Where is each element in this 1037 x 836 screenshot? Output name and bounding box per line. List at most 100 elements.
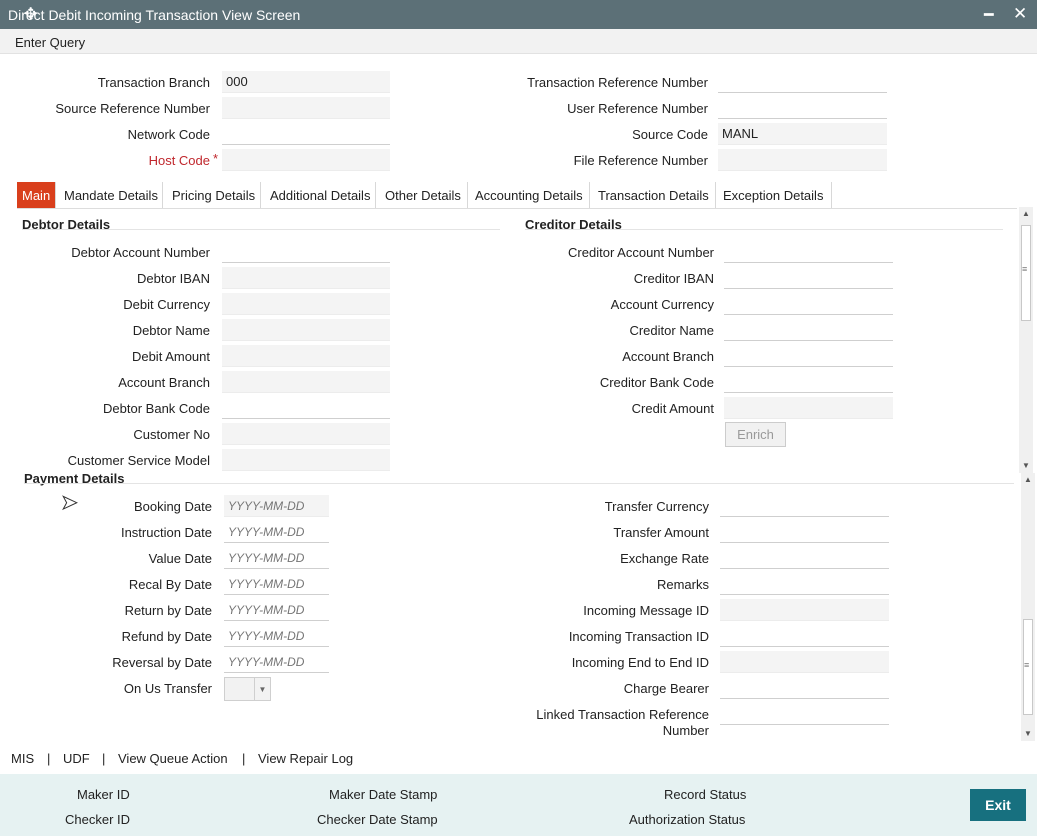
mouse-pointer-icon: ➤ [61,492,79,515]
credit-amount-label: Credit Amount [631,401,714,416]
creditor-account-branch-field[interactable] [724,345,893,367]
chevron-down-icon: ▼ [254,678,270,700]
transfer-currency-field[interactable] [720,495,889,517]
customer-service-model-field[interactable] [222,449,390,471]
scroll-down-icon[interactable]: ▼ [1022,461,1030,470]
maker-date-stamp-label: Maker Date Stamp [329,787,438,802]
file-reference-field[interactable] [718,149,887,171]
customer-no-label: Customer No [133,427,210,442]
link-separator: | [242,751,246,766]
linked-transaction-reference-label: Linked Transaction Reference [536,707,709,722]
move-cursor-icon: ✥ [24,6,38,23]
return-by-date-field[interactable] [224,599,329,621]
debtor-name-field[interactable] [222,319,390,341]
reversal-by-date-label: Reversal by Date [112,655,212,670]
refund-by-date-field[interactable] [224,625,329,647]
exchange-rate-field[interactable] [720,547,889,569]
tab-mandate-details[interactable]: Mandate Details [56,182,163,209]
debtor-account-branch-field[interactable] [222,371,390,393]
source-reference-field[interactable] [222,97,390,119]
tab-accounting-details[interactable]: Accounting Details [468,182,590,209]
footer-links: MIS | UDF | View Queue Action | View Rep… [0,743,1037,774]
tab-exception-details[interactable]: Exception Details [716,182,832,209]
udf-link[interactable]: UDF [63,751,90,766]
value-date-field[interactable] [224,547,329,569]
payment-details-scrollbar[interactable]: ▲ ≡ ▼ [1021,473,1035,741]
incoming-end-to-end-id-field[interactable] [720,651,889,673]
link-separator: | [102,751,106,766]
user-reference-field[interactable] [718,97,887,119]
scrollbar-grip-icon: ≡ [1022,264,1028,274]
debtor-name-label: Debtor Name [132,323,210,338]
tab-additional-details[interactable]: Additional Details [261,182,376,209]
creditor-iban-field[interactable] [724,267,893,289]
network-code-field[interactable] [222,123,390,145]
user-reference-label: User Reference Number [567,101,708,116]
debtor-iban-label: Debtor IBAN [137,271,210,286]
booking-date-field[interactable] [224,495,329,517]
tab-transaction-details[interactable]: Transaction Details [590,182,716,209]
on-us-transfer-label: On Us Transfer [123,681,212,696]
recal-by-date-field[interactable] [224,573,329,595]
view-queue-action-link[interactable]: View Queue Action [118,751,228,766]
transfer-amount-field[interactable] [720,521,889,543]
debtor-iban-field[interactable] [222,267,390,289]
view-repair-log-link[interactable]: View Repair Log [258,751,353,766]
debit-amount-field[interactable] [222,345,390,367]
linked-transaction-reference-label-line2: Number [662,723,709,738]
linked-transaction-reference-field[interactable] [720,703,889,725]
source-code-field[interactable] [718,123,887,145]
debtor-bank-code-field[interactable] [222,397,390,419]
incoming-transaction-id-field[interactable] [720,625,889,647]
host-code-label-text: Host Code [148,153,210,168]
remarks-field[interactable] [720,573,889,595]
main-tab-scrollbar[interactable]: ▲ ≡ ▼ [1019,207,1033,473]
incoming-message-id-field[interactable] [720,599,889,621]
link-separator: | [47,751,51,766]
reversal-by-date-field[interactable] [224,651,329,673]
debtor-account-number-label: Debtor Account Number [71,245,210,260]
source-reference-label: Source Reference Number [55,101,210,116]
tab-main[interactable]: Main [17,182,56,209]
minimize-icon[interactable]: ━ [984,5,994,25]
instruction-date-field[interactable] [224,521,329,543]
exit-button[interactable]: Exit [970,789,1026,821]
account-currency-field[interactable] [724,293,893,315]
creditor-name-field[interactable] [724,319,893,341]
checker-id-label: Checker ID [65,812,131,827]
debtor-bank-code-label: Debtor Bank Code [103,401,210,416]
file-reference-label: File Reference Number [573,153,708,168]
debit-currency-field[interactable] [222,293,390,315]
on-us-transfer-select[interactable]: ▼ [224,677,271,701]
enrich-button[interactable]: Enrich [725,422,786,447]
close-icon[interactable]: ✕ [1013,4,1027,24]
transaction-branch-field[interactable] [222,71,390,93]
tab-pricing-details[interactable]: Pricing Details [163,182,261,209]
tab-other-details[interactable]: Other Details [376,182,468,209]
toolbar: Enter Query [0,29,1037,54]
required-marker: * [213,151,219,166]
enter-query-button[interactable]: Enter Query [15,35,85,50]
creditor-bank-code-field[interactable] [724,371,893,393]
transaction-reference-field[interactable] [718,71,887,93]
mis-link[interactable]: MIS [11,751,34,766]
creditor-account-branch-label: Account Branch [622,349,714,364]
customer-no-field[interactable] [222,423,390,445]
charge-bearer-field[interactable] [720,677,889,699]
debtor-divider [22,229,500,230]
customer-service-model-label: Customer Service Model [67,453,210,468]
charge-bearer-label: Charge Bearer [623,681,709,696]
incoming-message-id-label: Incoming Message ID [583,603,709,618]
credit-amount-field[interactable] [724,397,893,419]
scroll-up-icon[interactable]: ▲ [1022,209,1030,218]
creditor-account-number-label: Creditor Account Number [568,245,714,260]
creditor-account-number-field[interactable] [724,241,893,263]
scroll-up-icon[interactable]: ▲ [1024,475,1032,484]
host-code-field[interactable] [222,149,390,171]
scroll-down-icon[interactable]: ▼ [1024,729,1032,738]
exchange-rate-label: Exchange Rate [620,551,709,566]
debit-amount-label: Debit Amount [131,349,210,364]
debtor-account-number-field[interactable] [222,241,390,263]
payment-divider [24,483,1014,484]
host-code-label: Host Code [149,153,210,168]
